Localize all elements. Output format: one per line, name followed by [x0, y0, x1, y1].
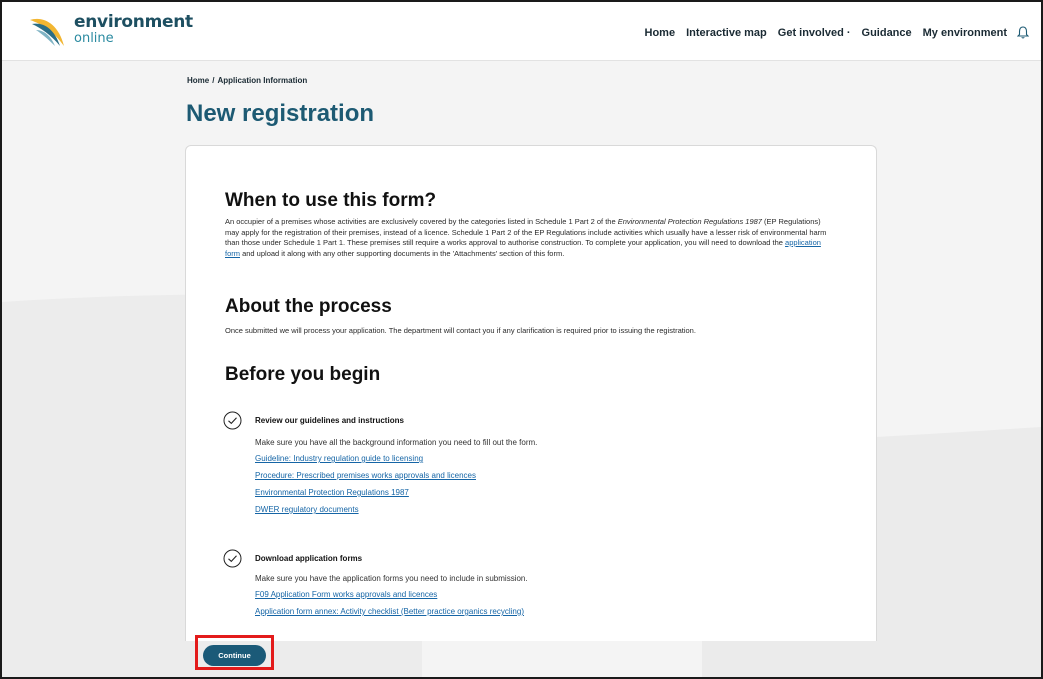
- link-f09-application-form[interactable]: F09 Application Form works approvals and…: [255, 590, 437, 599]
- breadcrumb: Home / Application Information: [187, 76, 307, 85]
- breadcrumb-separator: /: [212, 76, 215, 85]
- check-circle-icon: [223, 411, 242, 430]
- continue-button[interactable]: Continue: [203, 645, 266, 666]
- main-nav: Home Interactive map Get involved · Guid…: [634, 26, 1029, 39]
- when-text-a: An occupier of a premises whose activiti…: [225, 217, 618, 226]
- page-title: New registration: [186, 100, 375, 127]
- step-description: Make sure you have all the background in…: [255, 438, 538, 447]
- when-paragraph: An occupier of a premises whose activiti…: [225, 217, 835, 259]
- when-text-c: and upload it along with any other suppo…: [240, 248, 565, 258]
- when-text-italic: Environmental Protection Regulations 198…: [617, 217, 762, 226]
- form-info-card: When to use this form? An occupier of a …: [185, 145, 877, 641]
- logo-leaf-icon: [30, 18, 64, 46]
- step-description: Make sure you have the application forms…: [255, 574, 528, 583]
- site-logo[interactable]: environment online: [28, 14, 193, 48]
- link-guideline-licensing[interactable]: Guideline: Industry regulation guide to …: [255, 454, 423, 463]
- when-heading: When to use this form?: [225, 190, 437, 211]
- check-circle-icon: [223, 549, 242, 568]
- link-ep-regulations[interactable]: Environmental Protection Regulations 198…: [255, 488, 409, 497]
- before-heading: Before you begin: [225, 364, 381, 385]
- bell-icon[interactable]: [1017, 26, 1029, 39]
- breadcrumb-home[interactable]: Home: [187, 76, 209, 85]
- nav-get-involved[interactable]: Get involved ·: [778, 27, 851, 39]
- about-heading: About the process: [225, 296, 392, 317]
- about-paragraph: Once submitted we will process your appl…: [225, 326, 696, 335]
- logo-main-text: environment: [74, 12, 193, 32]
- continue-highlight: Continue: [195, 635, 274, 670]
- breadcrumb-current: Application Information: [217, 76, 308, 85]
- link-activity-checklist-annex[interactable]: Application form annex: Activity checkli…: [255, 607, 524, 616]
- site-header: environment online Home Interactive map …: [2, 2, 1041, 61]
- link-procedure-works-approvals[interactable]: Procedure: Prescribed premises works app…: [255, 471, 476, 480]
- nav-my-environment[interactable]: My environment: [923, 27, 1007, 39]
- logo-sub-text: online: [74, 31, 114, 46]
- nav-guidance[interactable]: Guidance: [862, 27, 912, 39]
- step-title: Download application forms: [255, 554, 363, 563]
- step-title: Review our guidelines and instructions: [255, 416, 404, 425]
- link-dwer-documents[interactable]: DWER regulatory documents: [255, 505, 359, 514]
- nav-home[interactable]: Home: [645, 27, 676, 39]
- nav-interactive-map[interactable]: Interactive map: [686, 27, 767, 39]
- browser-frame: environment online Home Interactive map …: [0, 0, 1043, 679]
